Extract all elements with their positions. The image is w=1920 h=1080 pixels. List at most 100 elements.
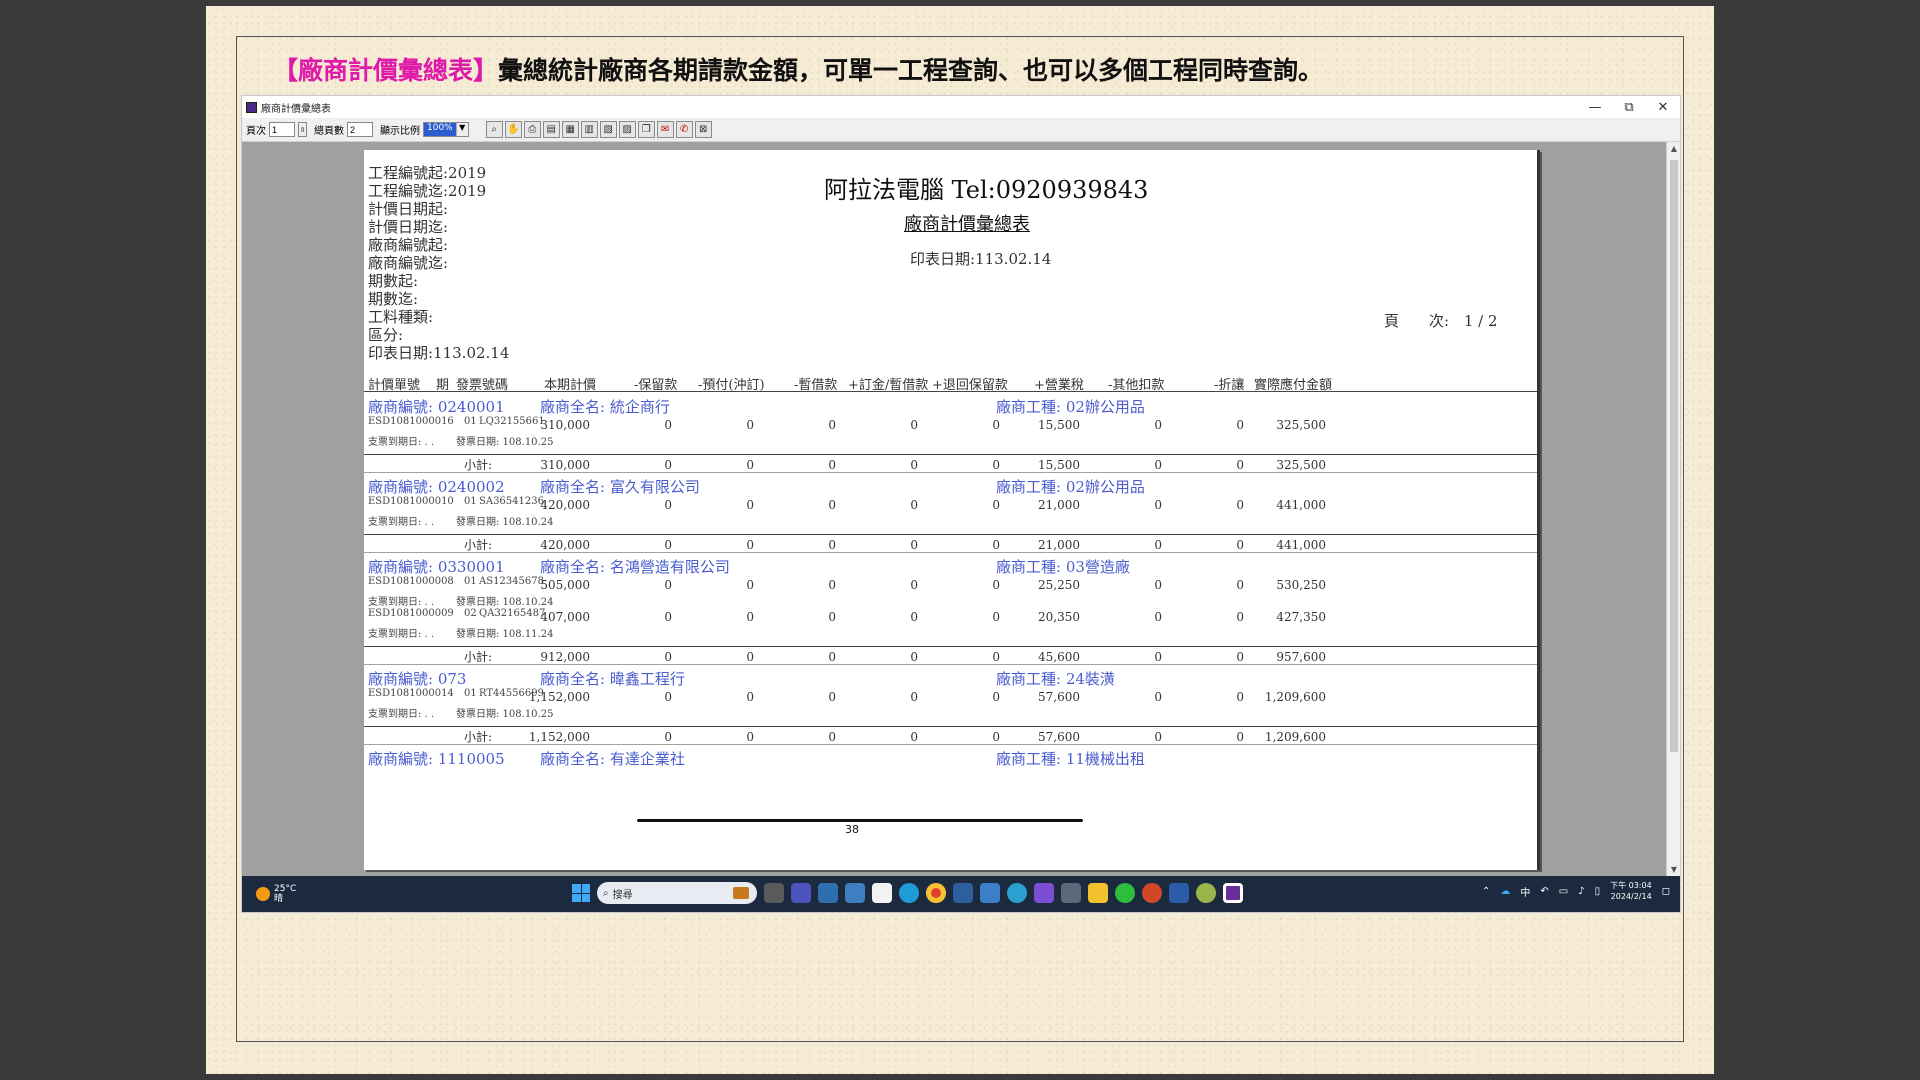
word-icon[interactable] [1169,883,1189,903]
invoice-period: 02 [464,608,477,619]
title-bar: 廠商計價彙總表 — ⧉ ✕ [242,96,1680,118]
page-input[interactable] [269,122,295,137]
close-button[interactable]: ✕ [1646,96,1680,118]
page-label: 頁次 [246,126,266,137]
amount-cell: 310,000 [540,458,590,472]
amount-cell: 0 [992,418,1000,432]
report-window: 廠商計價彙總表 — ⧉ ✕ 頁次 ⇳ 總頁數 顯示比例 100% ▼ [241,95,1681,913]
export-data-icon[interactable]: ▨ [618,121,636,138]
amount-cell: 0 [910,690,918,704]
vendor-trade: 廠商工種: 03營造廠 [996,558,1130,576]
undo-icon[interactable]: ↶ [1540,886,1548,897]
globe-icon[interactable] [1007,883,1027,903]
photos-icon[interactable] [980,883,1000,903]
minimize-button[interactable]: — [1578,96,1612,118]
powerpoint-icon[interactable] [1142,883,1162,903]
taskbar-search[interactable]: ⌕ 搜尋 [597,882,757,904]
widgets-icon[interactable] [845,883,865,903]
exit-icon[interactable]: ⊠ [694,121,712,138]
amount-cell: 0 [992,498,1000,512]
restore-button[interactable]: ⧉ [1612,96,1646,118]
column-header: -暫借款 [794,378,838,393]
subtotal-divider [364,646,1537,647]
print-date: 印表日期:113.02.14 [910,250,1052,268]
vendor-trade: 廠商工種: 02辦公用品 [996,398,1145,416]
amount-cell: 0 [910,610,918,624]
amount-cell: 0 [1154,730,1162,744]
snipping-icon[interactable] [953,883,973,903]
criteria-line: 區分: [368,326,404,344]
mail-icon[interactable]: ✆ [675,121,693,138]
tools-icon[interactable] [1061,883,1081,903]
clock[interactable]: 下午 03:04 2024/2/14 [1610,880,1652,902]
amount-cell: 0 [1154,578,1162,592]
amount-cell: 0 [746,578,754,592]
amount-cell: 21,000 [1038,538,1080,552]
file-explorer-icon[interactable] [1088,883,1108,903]
edge-icon[interactable] [899,883,919,903]
chevron-up-icon[interactable]: ⌃ [1482,886,1490,897]
cloud-icon[interactable]: ☁ [1500,886,1510,897]
visual-studio-icon[interactable] [1034,883,1054,903]
amount-cell: 441,000 [1276,538,1326,552]
amount-cell: 0 [828,650,836,664]
page-number: 頁 次: 1 / 2 [1384,310,1498,331]
export-excel-icon[interactable]: ▦ [561,121,579,138]
clock-date: 2024/2/14 [1610,892,1652,901]
amount-cell: 0 [1154,538,1162,552]
app-icon-generic[interactable] [1196,883,1216,903]
zoom-icon[interactable]: ⌕ [485,121,503,138]
chrome-icon[interactable] [926,883,946,903]
scroll-up-icon[interactable]: ▲ [1667,144,1680,153]
vendor-name: 廠商全名: 名鴻營造有限公司 [540,558,730,576]
criteria-line: 工程編號起:2019 [368,164,487,182]
task-view-icon[interactable] [764,883,784,903]
notepad-icon[interactable] [818,883,838,903]
export-table-icon[interactable]: ▧ [599,121,617,138]
cheque-due: 支票到期日: . . [368,517,435,528]
teams-icon[interactable] [791,883,811,903]
weather-cond: 晴 [274,894,284,904]
scroll-thumb[interactable] [1670,160,1678,752]
print-icon[interactable]: ⎙ [523,121,541,138]
page-spinner[interactable]: ⇳ [298,122,307,137]
start-icon[interactable] [572,884,590,902]
store-icon[interactable] [872,883,892,903]
export-sheet-icon[interactable]: ▥ [580,121,598,138]
amount-cell: 1,152,000 [528,690,590,704]
amount-cell: 420,000 [540,498,590,512]
vendor-name: 廠商全名: 暐鑫工程行 [540,670,685,688]
amount-cell: 912,000 [540,650,590,664]
network-icon[interactable]: ▭ [1559,886,1568,897]
amount-cell: 0 [910,730,918,744]
app-icon [246,101,257,113]
amount-cell: 1,209,600 [1264,730,1326,744]
vertical-scrollbar[interactable]: ▲ ▼ [1666,142,1680,876]
active-app-icon[interactable] [1223,883,1243,903]
volume-icon[interactable]: ♪ [1578,886,1584,897]
line-icon[interactable] [1115,883,1135,903]
pdf-icon[interactable]: ✉ [656,121,674,138]
taskbar-apps: ⌕ 搜尋 [572,882,1243,904]
page-number-value: 1 / 2 [1463,312,1498,330]
notification-icon[interactable]: ◻ [1662,886,1670,897]
window-controls: — ⧉ ✕ [1578,96,1680,118]
scroll-down-icon[interactable]: ▼ [1667,865,1680,874]
hand-icon[interactable]: ✋ [504,121,522,138]
weather-widget[interactable]: 25°C 晴 [256,884,296,904]
cheque-due: 支票到期日: . . [368,629,435,640]
amount-cell: 0 [910,498,918,512]
ime-indicator[interactable]: 中 [1520,884,1530,899]
vendor-trade: 廠商工種: 11機械出租 [996,750,1145,768]
battery-icon[interactable]: ▯ [1595,886,1601,897]
page-setup-icon[interactable]: ▤ [542,121,560,138]
amount-cell: 0 [746,650,754,664]
amount-cell: 0 [1236,730,1244,744]
column-header: 計價單號 [368,378,421,393]
amount-cell: 0 [828,610,836,624]
zoom-select[interactable]: 100% ▼ [423,122,469,137]
column-header: +訂金/暫借款 [848,378,929,393]
search-highlight-icon [733,887,749,899]
copy-icon[interactable]: ❐ [637,121,655,138]
amount-cell: 45,600 [1038,650,1080,664]
